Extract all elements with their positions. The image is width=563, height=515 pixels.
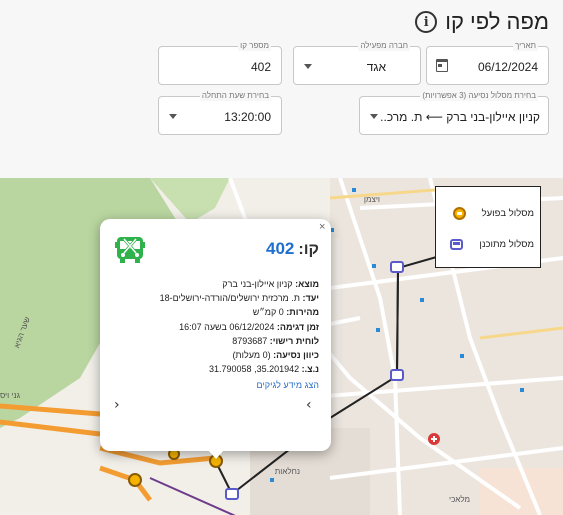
- operator-value: אגד: [366, 60, 386, 74]
- prev-arrow-icon[interactable]: ‹: [114, 397, 120, 413]
- legend-item-actual: מסלול בפועל: [452, 207, 534, 220]
- popup-title: קו: 402: [266, 239, 319, 259]
- legend-item-planned: מסלול מתוכנן: [450, 239, 534, 250]
- page-header: מפה לפי קו i: [415, 9, 549, 35]
- detail-license-plate: לוחית רישוי: 8793687: [232, 335, 319, 346]
- info-icon[interactable]: i: [415, 11, 438, 33]
- hospital-cross: [433, 436, 435, 442]
- start-time-select[interactable]: בחירת שעת התחלה 13:20:00: [158, 91, 282, 135]
- route-value: קניון איילון-בני ברק ⟵ ת. מרכ...: [380, 110, 540, 124]
- line-number-field[interactable]: מספר קו 402: [158, 41, 282, 85]
- street-label: גני ויס: [0, 391, 21, 400]
- date-field[interactable]: תאריך 06/12/2024: [426, 41, 549, 85]
- map-legend: מסלול בפועל מסלול מתוכנן: [435, 186, 541, 268]
- next-arrow-icon[interactable]: ›: [306, 397, 312, 413]
- route-label: בחירת מסלול נסיעה (3 אפשרויות): [420, 91, 538, 101]
- page-title: מפה לפי קו: [445, 9, 549, 34]
- detail-sample-time: זמן דגימה: 06/12/2024 בשעה 16:07: [179, 321, 319, 332]
- detail-direction: כיוון נסיעה: (0 מעלות): [232, 350, 319, 361]
- start-time-label: בחירת שעת התחלה: [199, 91, 271, 101]
- street-label: ויצמן: [364, 195, 380, 204]
- bus-icon: [115, 237, 145, 263]
- start-time-value: 13:20:00: [224, 110, 271, 124]
- chevron-down-icon[interactable]: [304, 64, 312, 69]
- line-number-value: 402: [250, 60, 271, 74]
- chevron-down-icon[interactable]: [370, 114, 378, 119]
- double-decker-bus-icon: [452, 207, 466, 220]
- bus-info-popup: × קו: 402 מוצא: קניון איילון-בני ברק יעד…: [100, 219, 331, 459]
- detail-coordinates: נ.צ.: 35.201942, 31.790058: [209, 364, 319, 375]
- popup-details: מוצא: קניון איילון-בני ברק יעד: ת. מרכזי…: [110, 277, 319, 376]
- geek-info-link[interactable]: הצג מידע לגיקים: [257, 380, 319, 390]
- legend-label: מסלול מתוכנן: [479, 239, 534, 250]
- date-label: תאריך: [512, 41, 538, 51]
- detail-origin: מוצא: קניון איילון-בני ברק: [222, 279, 319, 289]
- close-icon[interactable]: ×: [319, 221, 325, 233]
- line-label: קו:: [298, 241, 319, 258]
- operator-select[interactable]: חברה מפעילה אגד: [293, 41, 421, 85]
- operator-label: חברה מפעילה: [358, 41, 410, 51]
- street-label: מלאכי: [449, 495, 470, 504]
- detail-speed: מהירות: 0 קמ״ש: [252, 307, 319, 318]
- route-select[interactable]: בחירת מסלול נסיעה (3 אפשרויות) קניון איי…: [359, 91, 549, 135]
- detail-destination: יעד: ת. מרכזית ירושלים/הורדה-ירושלים-18: [159, 293, 319, 304]
- chevron-down-icon[interactable]: [169, 114, 177, 119]
- bus-stop-icon: [450, 239, 464, 250]
- calendar-icon[interactable]: [436, 59, 448, 72]
- legend-label: מסלול בפועל: [481, 208, 534, 219]
- line-number: 402: [266, 239, 295, 258]
- date-value: 06/12/2024: [477, 60, 538, 74]
- line-number-label: מספר קו: [238, 41, 271, 51]
- street-label: נחלאות: [275, 467, 300, 476]
